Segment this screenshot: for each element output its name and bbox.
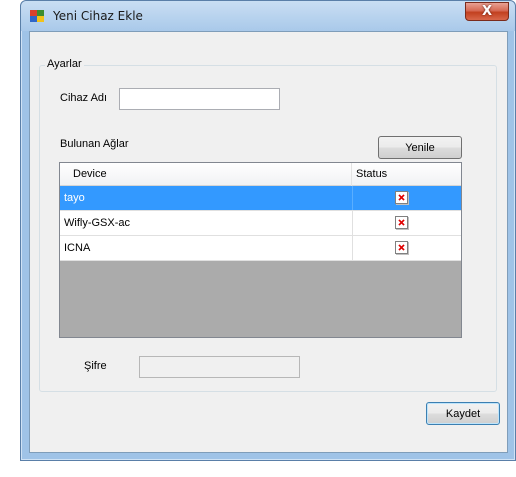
settings-groupbox: Ayarlar Cihaz Adı Bulunan Ağlar Yenile D…: [39, 58, 497, 392]
password-label: Şifre: [84, 360, 107, 372]
app-window-icon: [30, 10, 44, 22]
settings-group-legend: Ayarlar: [45, 58, 84, 70]
table-row[interactable]: ICNA: [60, 236, 461, 261]
refresh-button[interactable]: Yenile: [378, 136, 462, 159]
title-bar[interactable]: Yeni Cihaz Ekle X: [21, 1, 515, 31]
device-name-input[interactable]: [119, 88, 280, 110]
status-cell: [352, 236, 461, 260]
networks-grid[interactable]: Device Status tayo Wifly-GSX-ac ICNA: [59, 162, 462, 338]
window-title: Yeni Cihaz Ekle: [53, 9, 143, 23]
device-name-label: Cihaz Adı: [60, 92, 108, 104]
grid-header: Device Status: [60, 163, 461, 186]
error-x-icon: [395, 191, 408, 204]
status-cell: [352, 186, 461, 210]
dialog-window: Yeni Cihaz Ekle X Ayarlar Cihaz Adı Bulu…: [20, 0, 516, 461]
close-button[interactable]: X: [465, 2, 509, 21]
found-networks-label: Bulunan Ağlar: [60, 138, 129, 150]
device-cell: tayo: [64, 192, 85, 204]
close-icon: X: [481, 4, 493, 19]
device-cell: ICNA: [64, 242, 91, 254]
table-row[interactable]: tayo: [60, 186, 461, 211]
column-header-device[interactable]: Device: [60, 163, 352, 186]
table-row[interactable]: Wifly-GSX-ac: [60, 211, 461, 236]
column-header-status[interactable]: Status: [352, 163, 461, 186]
error-x-icon: [395, 241, 408, 254]
dialog-client-area: Ayarlar Cihaz Adı Bulunan Ağlar Yenile D…: [29, 31, 508, 453]
save-button[interactable]: Kaydet: [426, 402, 500, 425]
password-input[interactable]: [139, 356, 300, 378]
device-cell: Wifly-GSX-ac: [64, 217, 130, 229]
status-cell: [352, 211, 461, 235]
error-x-icon: [395, 216, 408, 229]
